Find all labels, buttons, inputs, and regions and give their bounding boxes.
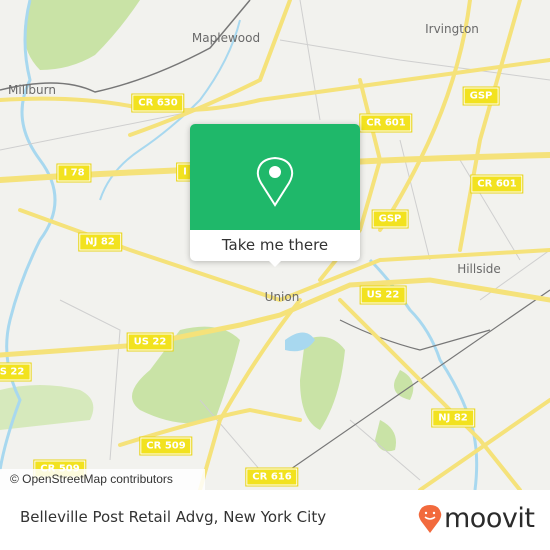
place-label-millburn: Millburn (8, 83, 56, 97)
map-pin-icon (256, 156, 294, 207)
road-shield-us-22-west: US 22 (0, 362, 32, 382)
park-area (375, 420, 396, 452)
road-shield-nj-82: NJ 82 (78, 232, 122, 252)
moovit-wordmark: moovit (444, 503, 535, 534)
moovit-pin-icon (418, 505, 442, 533)
road-shield-gsp: GSP (462, 86, 500, 106)
park-area (0, 385, 94, 430)
road-shield-cr-601-east: CR 601 (470, 174, 524, 194)
road-shield-nj-82-south: NJ 82 (431, 408, 475, 428)
place-label-union: Union (264, 290, 300, 304)
location-popup: Take me there (190, 124, 360, 267)
map-attribution[interactable]: © OpenStreetMap contributors (0, 469, 205, 490)
location-title: Belleville Post Retail Advg, New York Ci… (20, 508, 327, 526)
road-shield-cr-509: CR 509 (139, 436, 193, 456)
place-label-hillside: Hillside (457, 262, 501, 276)
road-shield-cr-601: CR 601 (359, 113, 413, 133)
road-shield-cr-630: CR 630 (131, 93, 185, 113)
road-shield-us-22: US 22 (126, 332, 174, 352)
road-shield-us-22-east: US 22 (359, 285, 407, 305)
road-shield-gsp-south: GSP (371, 209, 409, 229)
place-label-irvington: Irvington (425, 22, 479, 36)
popup-pointer (268, 260, 282, 267)
moovit-logo: moovit (418, 503, 535, 534)
popup-header (190, 124, 360, 230)
road-shield-i-78: I 78 (56, 163, 92, 183)
map[interactable]: Maplewood Irvington Millburn Union Hills… (0, 0, 550, 490)
park-area (24, 0, 140, 70)
footer: Belleville Post Retail Advg, New York Ci… (0, 490, 550, 550)
place-label-maplewood: Maplewood (191, 31, 261, 45)
park-area (300, 336, 345, 430)
road-shield-cr-616: CR 616 (245, 467, 299, 487)
take-me-there-button[interactable]: Take me there (190, 230, 360, 261)
